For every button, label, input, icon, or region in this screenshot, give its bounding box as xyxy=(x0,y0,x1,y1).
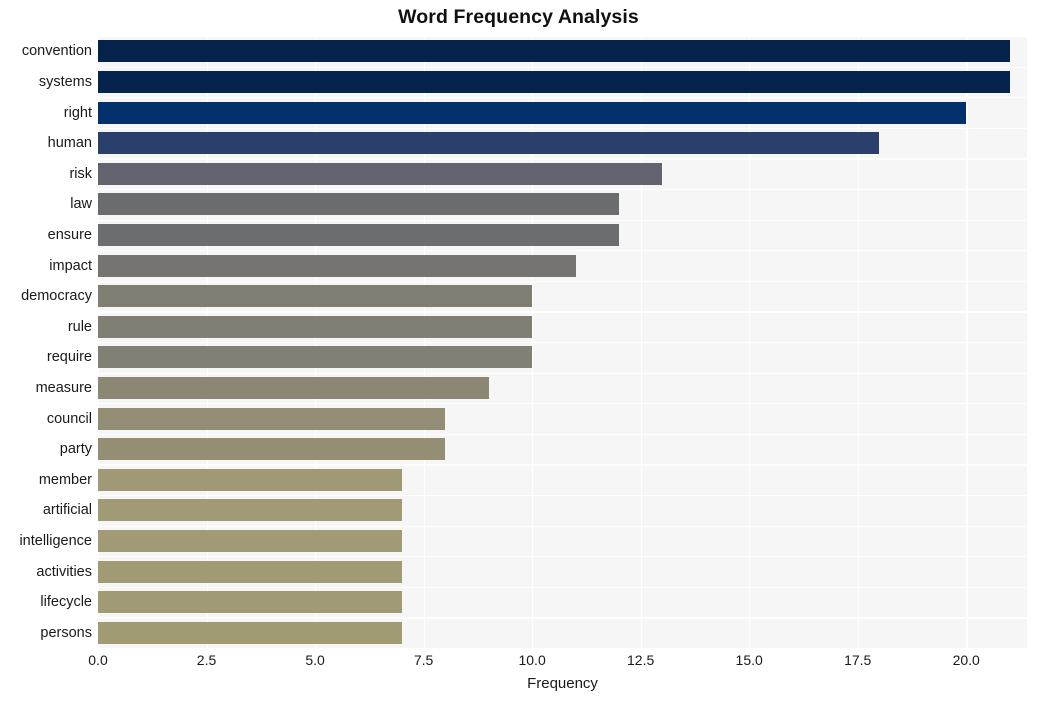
x-axis-tick-label: 7.5 xyxy=(413,652,434,668)
y-axis-tick-label: rule xyxy=(67,318,92,335)
chart-title: Word Frequency Analysis xyxy=(398,6,639,28)
y-gridline xyxy=(98,158,1027,160)
y-axis-tick-label: systems xyxy=(38,73,92,90)
bar xyxy=(98,407,446,430)
y-axis-tick-label: measure xyxy=(35,379,92,396)
bar xyxy=(98,40,1010,63)
bar xyxy=(98,70,1010,93)
y-gridline xyxy=(98,464,1027,466)
y-gridline xyxy=(98,127,1027,130)
y-axis-tick-label: risk xyxy=(69,165,92,182)
y-gridline xyxy=(98,342,1027,344)
y-axis-tick-labels: convention systems right human risk law ensure… xyxy=(0,36,92,648)
y-gridline xyxy=(98,403,1027,405)
x-axis-tick-label: 12.5 xyxy=(627,652,655,668)
bar xyxy=(98,376,489,399)
y-gridline xyxy=(98,97,1027,99)
y-axis-tick-label: human xyxy=(47,135,92,152)
bar xyxy=(98,346,533,369)
x-axis-tick-label: 10.0 xyxy=(518,652,546,668)
y-axis-tick-label: activities xyxy=(36,563,92,580)
x-axis-tick-label: 2.5 xyxy=(196,652,217,668)
bar xyxy=(98,621,402,644)
y-gridline xyxy=(98,250,1027,252)
bar xyxy=(98,438,446,461)
x-axis-tick-labels: 0.0 2.5 5.0 7.5 10.0 12.5 15.0 17.5 20.0 xyxy=(0,652,1037,674)
bar xyxy=(98,101,967,124)
bar xyxy=(98,529,402,552)
x-axis-tick-label: 20.0 xyxy=(952,652,980,668)
y-gridline xyxy=(98,66,1027,68)
y-gridline xyxy=(98,433,1027,436)
bar xyxy=(98,468,402,491)
y-gridline xyxy=(98,586,1027,589)
y-axis-tick-label: law xyxy=(70,196,92,213)
y-axis-tick-label: intelligence xyxy=(19,532,92,549)
y-gridline xyxy=(98,495,1027,497)
bar xyxy=(98,254,576,277)
bar xyxy=(98,132,880,155)
y-gridline xyxy=(98,648,1027,650)
y-gridline xyxy=(98,311,1027,313)
y-axis-tick-label: lifecycle xyxy=(40,594,92,611)
x-axis-tick-label: 15.0 xyxy=(735,652,763,668)
y-gridline xyxy=(98,280,1027,283)
bar xyxy=(98,223,619,246)
y-axis-tick-label: ensure xyxy=(47,226,92,243)
x-axis-tick-label: 17.5 xyxy=(844,652,872,668)
y-axis-tick-label: democracy xyxy=(21,288,92,305)
y-axis-tick-label: require xyxy=(46,349,92,366)
chart-figure: Word Frequency Analysis convention system… xyxy=(0,0,1037,701)
y-axis-tick-label: convention xyxy=(21,43,92,60)
bar xyxy=(98,591,402,614)
bar xyxy=(98,193,619,216)
y-gridline xyxy=(98,525,1027,527)
x-axis-title: Frequency xyxy=(527,675,598,692)
y-axis-tick-label: persons xyxy=(40,624,92,641)
x-axis-tick-label: 0.0 xyxy=(88,652,108,668)
y-axis-tick-label: artificial xyxy=(42,502,92,519)
y-axis-tick-label: impact xyxy=(49,257,92,274)
plot-area xyxy=(98,36,1027,650)
y-axis-tick-label: right xyxy=(63,104,92,121)
bar xyxy=(98,315,533,338)
y-gridline xyxy=(98,189,1027,191)
bar xyxy=(98,162,663,185)
y-gridline xyxy=(98,372,1027,374)
y-axis-tick-label: party xyxy=(59,441,92,458)
x-axis-tick-label: 5.0 xyxy=(305,652,325,668)
y-gridline xyxy=(98,36,1027,38)
y-gridline xyxy=(98,556,1027,558)
y-gridline xyxy=(98,219,1027,221)
bar xyxy=(98,285,533,308)
y-axis-tick-label: council xyxy=(46,410,92,427)
y-gridline xyxy=(98,617,1027,619)
bar xyxy=(98,499,402,522)
bar xyxy=(98,560,402,583)
y-axis-tick-label: member xyxy=(38,471,92,488)
